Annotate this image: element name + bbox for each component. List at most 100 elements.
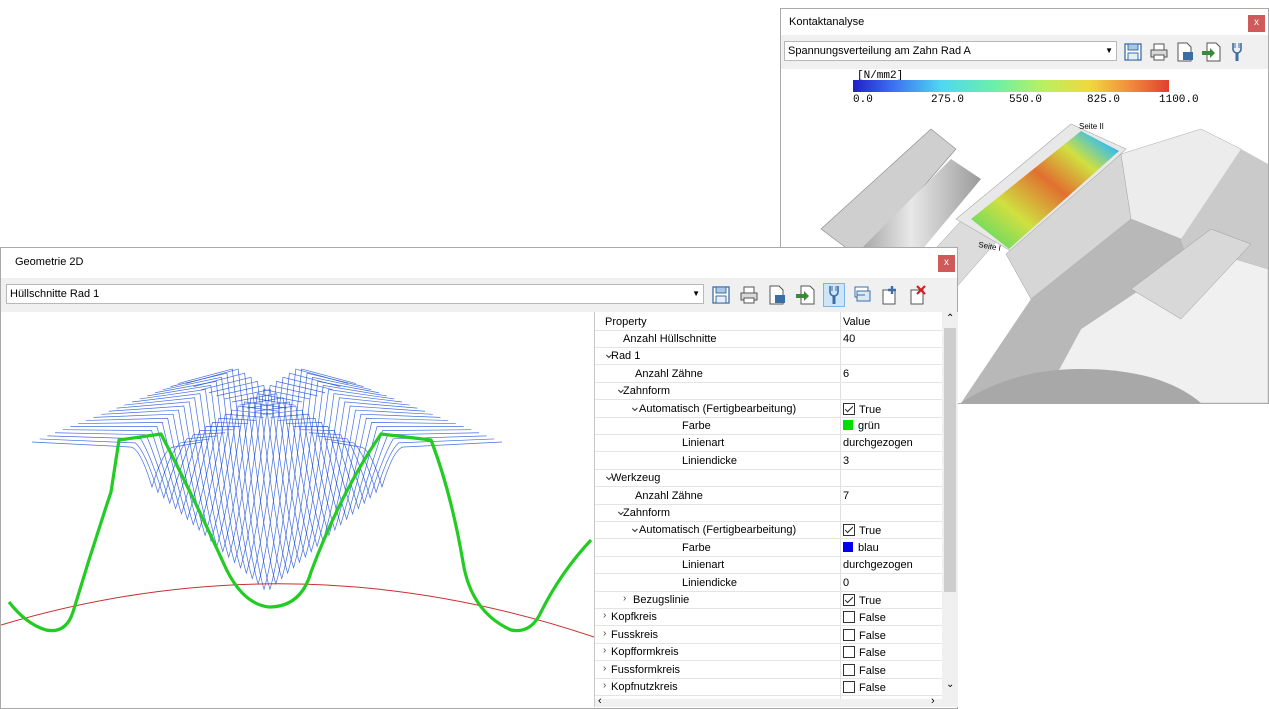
property-value-text: 0 [843,576,850,589]
property-row[interactable]: › Kopfformkreis False [595,644,942,662]
property-value[interactable]: False [843,663,886,677]
print-icon[interactable] [739,284,759,306]
chevron-right-icon[interactable]: › [603,680,606,691]
horizontal-scrollbar[interactable]: ‹ › [595,695,942,707]
property-name: Werkzeug [611,472,661,485]
delete-icon[interactable] [908,284,928,306]
scroll-left-icon[interactable]: ‹ [598,695,602,707]
property-name: Anzahl Hüllschnitte [623,333,717,345]
property-row[interactable]: › Bezugslinie True [595,592,942,609]
reference-circle [1,583,594,638]
envelope-cut-line [47,435,218,499]
checkbox[interactable] [843,681,855,693]
kontakt-titlebar[interactable]: Kontaktanalyse x [781,9,1268,35]
kontakt-close-button[interactable]: x [1248,15,1265,32]
property-value-text: durchgezogen [843,437,913,450]
geo-titlebar[interactable]: Geometrie 2D x [1,248,957,278]
kontakt-toolbar: Spannungsverteilung am Zahn Rad A ▼ [781,35,1268,69]
export-icon[interactable] [1175,41,1195,63]
checkbox[interactable] [843,524,855,537]
probe-icon[interactable] [1227,41,1247,63]
property-row[interactable]: Linienart durchgezogen [595,557,942,575]
kontakt-view-select[interactable]: Spannungsverteilung am Zahn Rad A ▼ [784,41,1117,61]
property-row[interactable]: ⌄ Automatisch (Fertigbearbeitung) True [595,398,942,418]
print-icon[interactable] [1149,41,1169,63]
property-row[interactable]: › Fusskreis False [595,627,942,644]
property-row[interactable]: Linienart durchgezogen [595,435,942,453]
property-row[interactable]: › Fussformkreis False [595,662,942,679]
checkbox[interactable] [843,663,855,676]
chevron-right-icon[interactable]: › [603,628,606,639]
scroll-right-icon[interactable]: › [931,695,935,707]
geometrie-2d-window: Geometrie 2D x Hüllschnitte Rad 1 ▼ Prop… [0,247,958,709]
property-value: grün [843,420,880,432]
side2-label: Seite II [1079,122,1104,131]
property-row[interactable]: › Kopfkreis False [595,609,942,627]
property-row[interactable]: Farbe grün [595,418,942,435]
envelope-cut-line [62,429,233,510]
checkbox[interactable] [843,628,855,641]
property-value[interactable]: False [843,681,886,694]
probe-icon[interactable] [823,283,845,307]
property-row[interactable]: › Kopfnutzkreis False [595,679,942,696]
import-icon[interactable] [795,284,815,306]
property-value-text: False [859,629,886,642]
layers-icon[interactable] [852,284,872,306]
checkbox[interactable] [843,646,855,659]
property-value-text: False [859,682,886,694]
property-name: Rad 1 [611,350,641,363]
envelope-cut-line [185,368,356,591]
property-name: Anzahl Zähne [635,367,703,380]
property-name: Kopfformkreis [611,646,679,659]
chevron-right-icon[interactable]: › [603,645,606,656]
property-row[interactable]: Anzahl Hüllschnitte 40 [595,331,942,348]
property-row[interactable]: ⌄ Zahnform [595,380,942,401]
checkbox[interactable] [843,594,855,606]
chevron-right-icon[interactable]: › [623,593,626,604]
kontakt-view-select-value: Spannungsverteilung am Zahn Rad A [788,45,971,57]
property-row[interactable]: ⌄ Automatisch (Fertigbearbeitung) True [595,519,942,540]
legend-tick-2: 550.0 [1009,94,1042,106]
property-row[interactable]: ⌄ Werkzeug [595,467,942,488]
property-value[interactable]: False [843,646,886,659]
property-value-text: 7 [843,489,850,502]
property-row[interactable]: Anzahl Zähne 7 [595,488,942,505]
vertical-scrollbar[interactable]: ⌃ ⌄ [942,312,958,707]
chevron-right-icon[interactable]: › [603,610,606,621]
property-row[interactable]: ⌄ Rad 1 [595,345,942,366]
legend-colorbar [853,80,1169,92]
property-row[interactable]: Liniendicke 3 [595,453,942,470]
property-name: Anzahl Zähne [635,489,703,502]
scroll-down-icon[interactable]: ⌄ [946,679,954,690]
color-swatch [843,420,853,430]
property-value: 3 [843,455,849,467]
property-value[interactable]: False [843,628,886,642]
save-icon[interactable] [1123,41,1143,63]
property-name: Kopfnutzkreis [611,681,678,693]
gear-geometry-canvas[interactable] [1,312,594,709]
geo-view-select[interactable]: Hüllschnitte Rad 1 ▼ [6,284,704,304]
add-icon[interactable] [880,284,900,306]
property-value[interactable]: False [843,611,886,624]
property-name: Automatisch (Fertigbearbeitung) [639,524,797,537]
legend-tick-0: 0.0 [853,94,873,106]
envelope-cut-line [70,426,241,516]
property-row[interactable]: Anzahl Zähne 6 [595,366,942,383]
geo-close-button[interactable]: x [938,255,955,272]
property-row[interactable]: Liniendicke 0 [595,575,942,592]
checkbox[interactable] [843,611,855,624]
save-icon[interactable] [711,284,731,306]
property-value[interactable]: True [843,524,881,537]
property-value[interactable]: True [843,402,881,416]
export-icon[interactable] [767,284,787,306]
property-name: Kopfkreis [611,611,657,624]
property-row[interactable]: ⌄ Zahnform [595,502,942,522]
chevron-right-icon[interactable]: › [603,663,606,674]
scroll-thumb[interactable] [944,328,956,592]
scroll-up-icon[interactable]: ⌃ [946,313,954,324]
property-row[interactable]: Farbe blau [595,540,942,557]
import-icon[interactable] [1201,41,1221,63]
checkbox[interactable] [843,402,855,415]
property-value[interactable]: True [843,594,881,607]
property-value: 40 [843,333,855,345]
